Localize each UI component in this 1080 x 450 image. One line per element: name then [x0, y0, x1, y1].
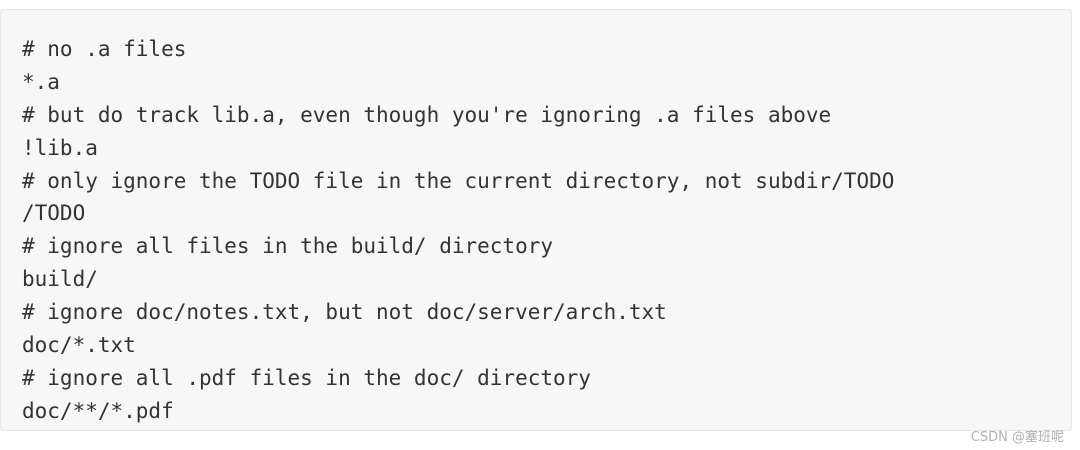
csdn-watermark: CSDN @塞班呢 [970, 430, 1064, 445]
code-lines: # no .a files *.a # but do track lib.a, … [22, 33, 894, 428]
code-line: # no .a files [22, 37, 187, 61]
code-line: # only ignore the TODO file in the curre… [22, 168, 895, 193]
code-line: !lib.a [22, 135, 98, 160]
code-line: # but do track lib.a, even though you're… [22, 102, 832, 127]
code-line: /TODO [22, 201, 86, 226]
code-line: doc/**/*.pdf [22, 398, 174, 423]
code-line: # ignore all .pdf files in the doc/ dire… [22, 365, 591, 390]
code-line: # ignore all files in the build/ directo… [22, 234, 554, 259]
code-line: # ignore doc/notes.txt, but not doc/serv… [22, 300, 667, 325]
code-line: build/ [22, 267, 98, 292]
code-line: doc/*.txt [22, 333, 136, 358]
code-line: *.a [22, 69, 60, 94]
code-block: # no .a files *.a # but do track lib.a, … [0, 9, 1072, 431]
